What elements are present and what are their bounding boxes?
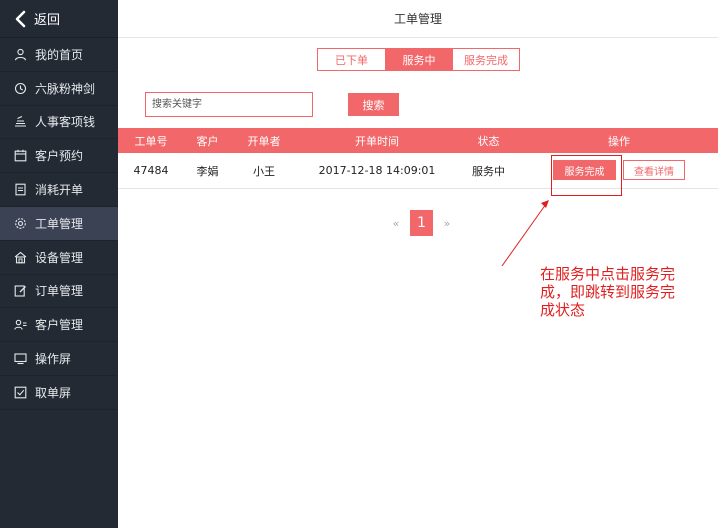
cell-customer: 李娟 [196,164,219,178]
sidebar-item-order[interactable]: 订单管理 [0,275,118,309]
users-icon [14,318,27,331]
user-icon [14,48,27,61]
sidebar-item-label: 客户管理 [35,318,84,333]
cell-time: 2017-12-18 14:09:01 [318,164,436,177]
annotation-line-1: 在服务中点击服务完 [540,265,676,283]
col-header-status: 状态 [477,134,500,148]
prev-page-button[interactable]: « [386,217,406,230]
next-page-button[interactable]: » [437,217,457,230]
gear-icon [14,217,27,230]
sidebar-item-workorder[interactable]: 工单管理 [0,206,118,241]
sidebar-item-label: 操作屏 [35,352,72,367]
main-content: 工单管理 已下单 服务中 服务完成 搜索 工单号 客户 开单者 开单时间 状态 … [118,0,718,528]
sidebar-item-liumai[interactable]: 六脉粉神剑 [0,72,118,106]
sidebar-item-label: 人事客项钱 [35,115,96,130]
sidebar-item-operate-screen[interactable]: 操作屏 [0,342,118,376]
sidebar-item-device[interactable]: 设备管理 [0,241,118,275]
sidebar-item-renshi[interactable]: 人事客项钱 [0,106,118,140]
col-header-time: 开单时间 [355,134,399,148]
cell-id: 47484 [133,164,169,177]
sidebar-item-label: 我的首页 [35,47,84,62]
status-tabs: 已下单 服务中 服务完成 [317,48,520,71]
sidebar-item-label: 客户预约 [35,149,84,164]
sidebar-item-customer[interactable]: 客户管理 [0,308,118,343]
edit-icon [14,284,27,298]
search-input[interactable] [145,92,313,117]
building-icon [14,251,27,264]
view-detail-button[interactable]: 查看详情 [623,160,685,180]
pagination: « 1 » [386,210,457,236]
cell-operator: 小王 [253,164,275,178]
workorder-table: 工单号 客户 开单者 开单时间 状态 操作 47484 李娟 小王 2017-1… [118,128,718,189]
sidebar-item-label: 消耗开单 [35,183,84,198]
sidebar-item-label: 工单管理 [35,216,84,231]
monitor-icon [14,352,27,365]
checkbox-icon [14,386,27,399]
calendar-icon [14,149,27,162]
sidebar-item-label: 设备管理 [35,250,84,265]
annotation-text: 在服务中点击服务完 成，即跳转到服务完 成状态 [540,265,710,319]
sidebar: 返回 我的首页 六脉粉神剑 人事客项钱 客户预约 消耗开单 工单管理 设备管理 … [0,0,118,528]
page-title: 工单管理 [118,0,718,38]
sidebar-item-home[interactable]: 我的首页 [0,38,118,72]
chevron-left-icon [15,10,26,27]
table-row: 47484 李娟 小王 2017-12-18 14:09:01 服务中 服务完成… [118,153,718,189]
search-button[interactable]: 搜索 [348,93,399,116]
tab-completed[interactable]: 服务完成 [452,49,519,70]
table-header: 工单号 客户 开单者 开单时间 状态 操作 [118,128,718,153]
tab-in-service[interactable]: 服务中 [385,49,452,70]
receipt-icon [14,183,27,196]
annotation-highlight-box [551,155,622,196]
col-header-action: 操作 [608,134,630,148]
cell-status: 服务中 [472,164,505,178]
back-label: 返回 [34,13,61,28]
annotation-line-2: 成，即跳转到服务完 [540,283,676,301]
sidebar-item-label: 取单屏 [35,385,72,400]
sidebar-item-label: 订单管理 [35,284,84,299]
clock-icon [14,82,27,95]
col-header-operator: 开单者 [247,134,281,148]
annotation-line-3: 成状态 [540,301,586,319]
back-button[interactable]: 返回 [0,0,118,38]
sidebar-item-appointment[interactable]: 客户预约 [0,139,118,174]
col-header-id: 工单号 [134,134,168,148]
coins-icon [14,115,27,128]
col-header-customer: 客户 [196,134,219,148]
tab-ordered[interactable]: 已下单 [318,49,385,70]
page-number-current[interactable]: 1 [410,210,433,236]
sidebar-item-pickup-screen[interactable]: 取单屏 [0,376,118,410]
sidebar-item-consume[interactable]: 消耗开单 [0,173,118,207]
sidebar-item-label: 六脉粉神剑 [35,81,96,96]
